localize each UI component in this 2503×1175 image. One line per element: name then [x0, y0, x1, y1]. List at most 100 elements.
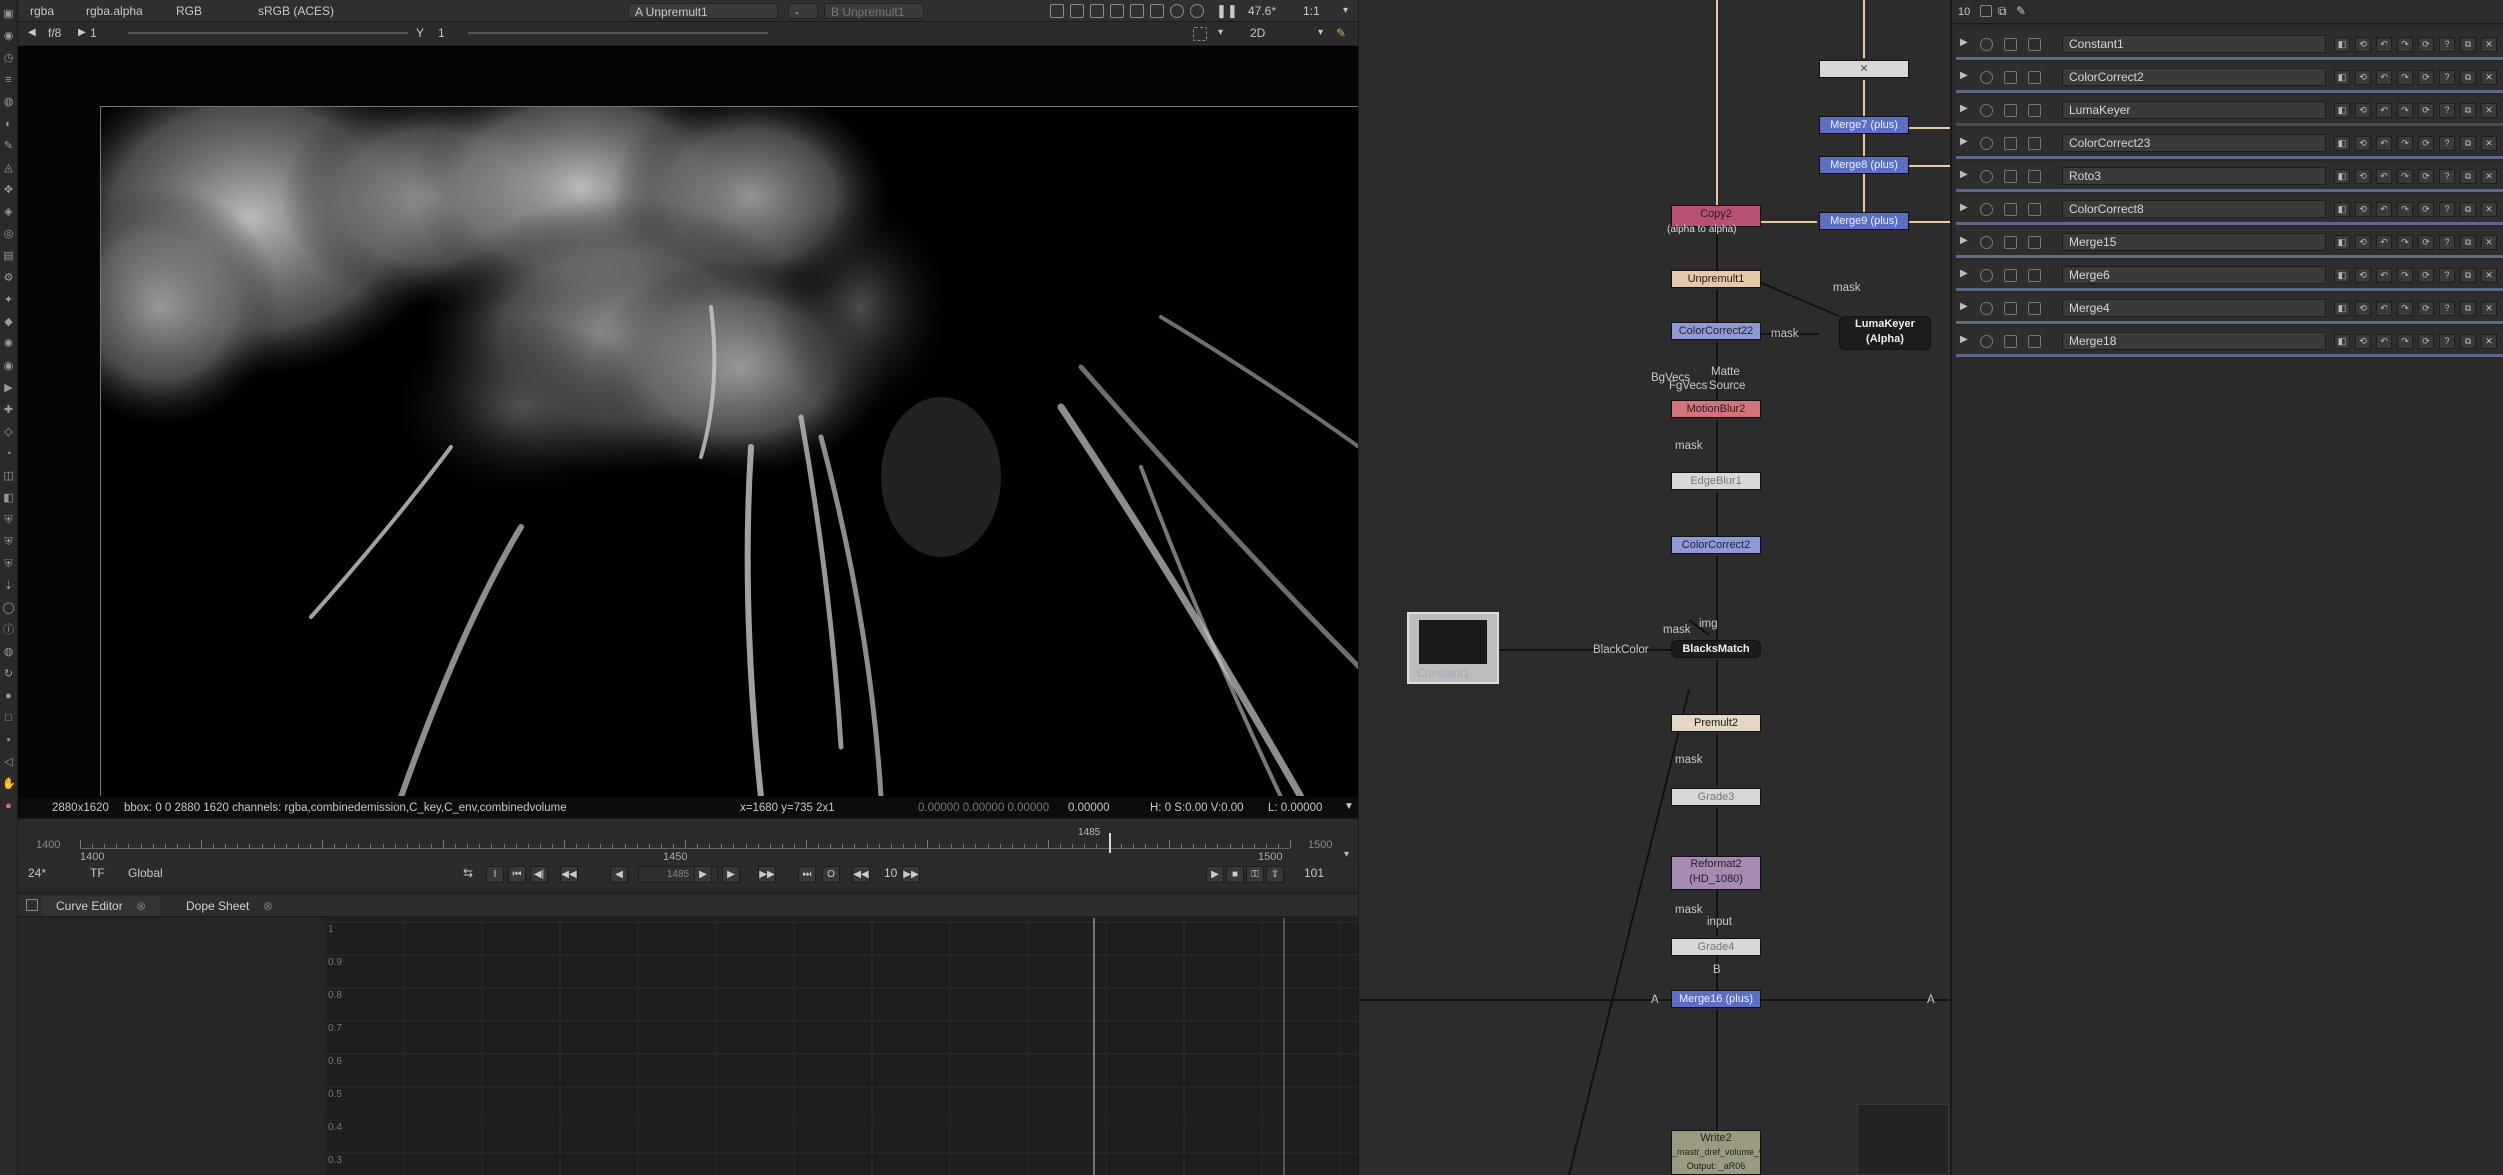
tab-dope-sheet[interactable]: Dope Sheet ⊗ [172, 896, 287, 916]
revert-icon[interactable]: ⟳ [2418, 235, 2434, 250]
node-graph-navigator[interactable] [1857, 1104, 1949, 1175]
float-icon[interactable] [2004, 71, 2017, 84]
float-window-icon[interactable]: ⧉ [2460, 334, 2476, 349]
close-icon[interactable]: ✕ [2481, 37, 2497, 52]
tab-curve-editor[interactable]: Curve Editor ⊗ [42, 896, 161, 916]
pane-menu-icon[interactable] [26, 899, 38, 911]
node-lumakeyer[interactable]: LumaKeyer (Alpha) [1839, 316, 1931, 350]
float-window-icon[interactable]: ⧉ [2460, 301, 2476, 316]
keyer-tool-icon[interactable]: ✎ [2, 140, 15, 153]
float-icon[interactable] [2004, 104, 2017, 117]
gain-right-arrow-icon[interactable]: ▶ [78, 25, 86, 41]
redo-icon[interactable]: ↷ [2397, 169, 2413, 184]
redo-icon[interactable]: ↷ [2397, 70, 2413, 85]
redo-icon[interactable]: ↷ [2397, 235, 2413, 250]
redo-icon[interactable]: ↷ [2397, 103, 2413, 118]
toolsets-tool-icon[interactable]: ⚙ [2, 272, 15, 285]
properties-row-name[interactable]: Merge18 [2062, 332, 2326, 350]
properties-row-name[interactable]: LumaKeyer [2062, 101, 2326, 119]
node-color-icon[interactable] [2028, 335, 2041, 348]
circle-tool-icon[interactable]: ◯ [2, 602, 15, 615]
link-icon[interactable]: ⟲ [2355, 37, 2371, 52]
pencil-icon[interactable]: ✎ [2016, 3, 2026, 19]
out-point-button[interactable]: O [822, 866, 840, 883]
properties-row-name[interactable]: Constant1 [2062, 35, 2326, 53]
hide-icon[interactable] [1980, 203, 1993, 216]
revert-icon[interactable]: ⟳ [2418, 70, 2434, 85]
expand-arrow-icon[interactable]: ▶ [1960, 202, 1968, 213]
help-icon[interactable]: ? [2439, 334, 2455, 349]
shield-tool-icon[interactable]: ⛨ [2, 514, 15, 527]
end-frame-field[interactable]: 101 [1304, 865, 1324, 881]
close-icon[interactable]: ✕ [2481, 136, 2497, 151]
link-icon[interactable]: ⟲ [2355, 202, 2371, 217]
float-window-icon[interactable]: ⧉ [2460, 235, 2476, 250]
view-icon[interactable]: ◧ [2334, 235, 2350, 250]
zoom-dropdown[interactable]: 47.6* [1248, 3, 1276, 19]
float-icon[interactable] [2004, 170, 2017, 183]
node-grade3[interactable]: Grade3 [1671, 788, 1761, 806]
revert-icon[interactable]: ⟳ [2418, 37, 2434, 52]
close-icon[interactable]: ✕ [2481, 103, 2497, 118]
link-icon[interactable]: ⟲ [2355, 334, 2371, 349]
export-icon[interactable]: ⇪ [1266, 866, 1284, 883]
lut-icon[interactable] [1150, 4, 1164, 18]
node-color-icon[interactable] [2028, 302, 2041, 315]
viewer-canvas[interactable] [18, 46, 1358, 798]
float-window-icon[interactable]: ⧉ [2460, 136, 2476, 151]
link-icon[interactable]: ⟲ [2355, 136, 2371, 151]
properties-row-name[interactable]: ColorCorrect8 [2062, 200, 2326, 218]
properties-row-name[interactable]: ColorCorrect23 [2062, 134, 2326, 152]
help-icon[interactable]: ? [2439, 103, 2455, 118]
gamma-slider[interactable] [468, 32, 768, 34]
group-tool-icon[interactable]: ◫ [2, 470, 15, 483]
info-chevron-icon[interactable]: ▼ [1344, 799, 1354, 815]
revert-icon[interactable]: ⟳ [2418, 136, 2434, 151]
curve-editor-graph[interactable]: 1 0.9 0.8 0.7 0.6 0.5 0.4 0.3 [325, 918, 1358, 1175]
properties-row[interactable]: ▶ Merge4 ◧ ⟲ ↶ ↷ ⟳? ⧉ ✕ [1956, 294, 2503, 324]
expand-arrow-icon[interactable]: ▶ [1960, 103, 1968, 114]
merge-tool-icon[interactable]: ◬ [2, 162, 15, 175]
node-color-icon[interactable] [2028, 236, 2041, 249]
properties-row[interactable]: ▶ ColorCorrect2 ◧ ⟲ ↶ ↷ ⟳? ⧉ ✕ [1956, 63, 2503, 93]
node-color-icon[interactable] [2028, 203, 2041, 216]
roi-icon[interactable] [1050, 4, 1064, 18]
undo-icon[interactable]: ↶ [2376, 136, 2392, 151]
close-icon[interactable]: ✕ [2481, 334, 2497, 349]
script-tool-icon[interactable]: ◔ [2, 448, 15, 461]
deep-tool-icon[interactable]: ◉ [2, 360, 15, 373]
hand-tool-icon[interactable]: ✋ [2, 778, 16, 791]
redo-icon[interactable]: ↷ [2397, 301, 2413, 316]
node-graph[interactable]: Copy2 (alpha to alpha) ✕ Merge7 (plus) M… [1358, 0, 1951, 1175]
float-window-icon[interactable]: ⧉ [2460, 37, 2476, 52]
pipe-tool-icon[interactable]: ◧ [2, 492, 15, 505]
ratio-dropdown[interactable]: 1:1 [1303, 3, 1320, 19]
view-icon[interactable]: ◧ [2334, 268, 2350, 283]
expand-arrow-icon[interactable]: ▶ [1960, 301, 1968, 312]
float-window-icon[interactable]: ⧉ [2460, 202, 2476, 217]
square-tool-icon[interactable]: □ [2, 712, 15, 725]
hide-icon[interactable] [1980, 38, 1993, 51]
redo-icon[interactable]: ↷ [2397, 136, 2413, 151]
help-icon[interactable]: ? [2439, 70, 2455, 85]
expand-arrow-icon[interactable]: ▶ [1960, 37, 1968, 48]
redo-icon[interactable]: ↷ [2397, 268, 2413, 283]
float-icon[interactable] [2004, 203, 2017, 216]
fstop-value[interactable]: f/8 [48, 25, 61, 41]
link-icon[interactable]: ⟲ [2355, 301, 2371, 316]
undo-icon[interactable]: ↶ [2376, 70, 2392, 85]
expand-arrow-icon[interactable]: ▶ [1960, 235, 1968, 246]
node-merge16[interactable]: Merge16 (plus) [1671, 990, 1761, 1008]
float-icon[interactable] [2004, 269, 2017, 282]
wipe-icon[interactable] [1130, 4, 1144, 18]
input-b-dropdown[interactable]: B Unpremult1 [824, 3, 924, 19]
expand-arrow-icon[interactable]: ▶ [1960, 334, 1968, 345]
loop-icon[interactable]: ⇆ [463, 865, 473, 881]
close-icon[interactable]: ✕ [2481, 301, 2497, 316]
hide-icon[interactable] [1980, 71, 1993, 84]
close-icon[interactable]: ✕ [2481, 202, 2497, 217]
properties-row[interactable]: ▶ ColorCorrect23 ◧ ⟲ ↶ ↷ ⟳? ⧉ ✕ [1956, 129, 2503, 159]
channel-tool-icon[interactable]: ≡ [2, 74, 15, 87]
3d-tool-icon[interactable]: ◈ [2, 206, 15, 219]
transform-tool-icon[interactable]: ✥ [2, 184, 15, 197]
